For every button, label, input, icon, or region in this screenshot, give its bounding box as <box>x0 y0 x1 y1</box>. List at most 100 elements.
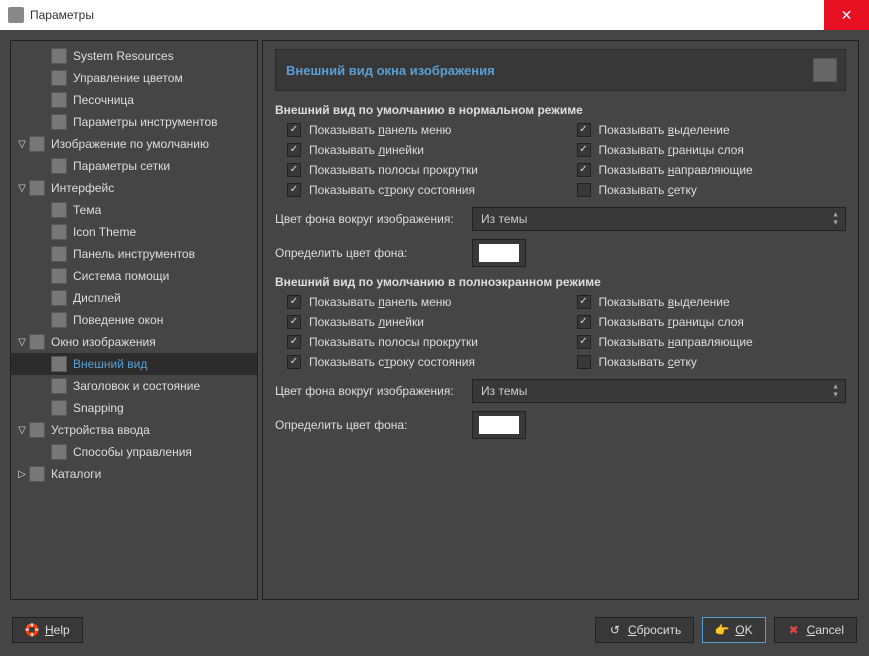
checkbox-menu[interactable]: ✓Показывать панель меню <box>287 123 557 137</box>
tree-node-icon <box>51 268 67 284</box>
checkbox-label: Показывать выделение <box>599 295 730 309</box>
expander-icon[interactable]: ▽ <box>15 337 29 348</box>
bg-around-row-normal: Цвет фона вокруг изображения: Из темы ▲▼ <box>275 207 846 231</box>
define-bg-row-normal: Определить цвет фона: <box>275 239 846 267</box>
tree-node-icon <box>51 202 67 218</box>
help-button[interactable]: 🛟 Help <box>12 617 83 643</box>
tree-item-label: Система помощи <box>73 269 169 283</box>
nav-tree[interactable]: System ResourcesУправление цветомПесочни… <box>10 40 258 600</box>
tree-item[interactable]: ▷ Каталоги <box>11 463 257 485</box>
checkbox-rulers[interactable]: ✓Показывать линейки <box>287 143 557 157</box>
page-header: Внешний вид окна изображения <box>275 49 846 91</box>
checkbox-box-icon: ✓ <box>577 163 591 177</box>
tree-item[interactable]: Параметры инструментов <box>11 111 257 133</box>
define-bg-label: Определить цвет фона: <box>275 418 460 432</box>
tree-node-icon <box>51 158 67 174</box>
tree-item[interactable]: Заголовок и состояние <box>11 375 257 397</box>
bg-color-swatch-normal[interactable] <box>472 239 526 267</box>
reset-label: Сбросить <box>628 623 681 637</box>
checkbox-layer[interactable]: ✓Показывать границы слоя <box>577 315 847 329</box>
bg-around-row-full: Цвет фона вокруг изображения: Из темы ▲▼ <box>275 379 846 403</box>
checkbox-box-icon: ✓ <box>287 143 301 157</box>
cancel-icon: ✖ <box>787 623 801 637</box>
checkbox-layer[interactable]: ✓Показывать границы слоя <box>577 143 847 157</box>
checkbox-box-icon: ✓ <box>287 123 301 137</box>
tree-item[interactable]: Система помощи <box>11 265 257 287</box>
tree-item[interactable]: Тема <box>11 199 257 221</box>
tree-item[interactable]: Песочница <box>11 89 257 111</box>
checkbox-selection[interactable]: ✓ Показывать выделение <box>577 295 847 309</box>
checkbox-label: Показывать выделение <box>599 123 730 137</box>
tree-item[interactable]: Способы управления <box>11 441 257 463</box>
tree-node-icon <box>51 92 67 108</box>
checkbox-menu[interactable]: ✓Показывать панель меню <box>287 295 557 309</box>
checkbox-selection[interactable]: ✓ Показывать выделение <box>577 123 847 137</box>
tree-item[interactable]: Дисплей <box>11 287 257 309</box>
bg-around-value: Из темы <box>481 384 527 398</box>
tree-item[interactable]: Панель инструментов <box>11 243 257 265</box>
combo-caret-icon: ▲▼ <box>832 212 839 227</box>
tree-item[interactable]: Параметры сетки <box>11 155 257 177</box>
checkbox-scroll[interactable]: ✓Показывать полосы прокрутки <box>287 335 557 349</box>
page-title: Внешний вид окна изображения <box>286 63 495 78</box>
tree-item[interactable]: Icon Theme <box>11 221 257 243</box>
bg-color-inner <box>479 416 519 434</box>
tree-item[interactable]: ▽Окно изображения <box>11 331 257 353</box>
checkbox-box-icon <box>577 183 591 197</box>
checkbox-guides[interactable]: ✓Показывать направляющие <box>577 163 847 177</box>
tree-item[interactable]: ▽Изображение по умолчанию <box>11 133 257 155</box>
checkbox-rulers[interactable]: ✓Показывать линейки <box>287 315 557 329</box>
expander-icon[interactable]: ▷ <box>15 469 29 480</box>
reset-button[interactable]: ↺ Сбросить <box>595 617 694 643</box>
tree-item-label: Snapping <box>73 401 124 415</box>
checkbox-box-icon: ✓ <box>577 295 591 309</box>
tree-node-icon <box>51 378 67 394</box>
ok-button[interactable]: 👉 OK <box>702 617 765 643</box>
checkbox-label: Показывать границы слоя <box>599 143 744 157</box>
bg-around-combo-full[interactable]: Из темы ▲▼ <box>472 379 846 403</box>
checkbox-label: Показывать панель меню <box>309 295 451 309</box>
ok-label: OK <box>735 623 752 637</box>
checkbox-status[interactable]: ✓Показывать строку состояния <box>287 183 557 197</box>
bg-color-inner <box>479 244 519 262</box>
checkbox-grid[interactable]: Показывать сетку <box>577 355 847 369</box>
help-icon: 🛟 <box>25 623 39 637</box>
tree-item[interactable]: Внешний вид <box>11 353 257 375</box>
bg-around-combo-normal[interactable]: Из темы ▲▼ <box>472 207 846 231</box>
tree-item-label: Параметры инструментов <box>73 115 218 129</box>
tree-item-label: Интерфейс <box>51 181 114 195</box>
tree-item[interactable]: System Resources <box>11 45 257 67</box>
tree-item-label: Панель инструментов <box>73 247 195 261</box>
close-button[interactable]: ✕ <box>824 0 869 30</box>
tree-node-icon <box>51 70 67 86</box>
checkbox-scroll[interactable]: ✓Показывать полосы прокрутки <box>287 163 557 177</box>
page-header-icon <box>813 58 837 82</box>
tree-item[interactable]: ▽ Интерфейс <box>11 177 257 199</box>
checkbox-label: Показывать сетку <box>599 355 697 369</box>
expander-icon[interactable]: ▽ <box>15 183 29 194</box>
tree-node-icon <box>51 312 67 328</box>
section-heading-normal: Внешний вид по умолчанию в нормальном ре… <box>275 103 846 117</box>
bg-around-label: Цвет фона вокруг изображения: <box>275 384 460 398</box>
expander-icon[interactable]: ▽ <box>15 425 29 436</box>
checkbox-box-icon: ✓ <box>577 123 591 137</box>
reset-icon: ↺ <box>608 623 622 637</box>
tree-item-label: Icon Theme <box>73 225 136 239</box>
checkbox-box-icon: ✓ <box>287 335 301 349</box>
tree-item[interactable]: ▽Устройства ввода <box>11 419 257 441</box>
tree-node-icon <box>51 224 67 240</box>
expander-icon[interactable]: ▽ <box>15 139 29 150</box>
checkbox-box-icon: ✓ <box>577 315 591 329</box>
checkbox-label: Показывать направляющие <box>599 335 753 349</box>
tree-item[interactable]: Управление цветом <box>11 67 257 89</box>
tree-item[interactable]: Поведение окон <box>11 309 257 331</box>
bg-color-swatch-full[interactable] <box>472 411 526 439</box>
checkbox-grid-normal: ✓Показывать панель меню✓Показывать выдел… <box>275 123 846 197</box>
checkbox-status[interactable]: ✓Показывать строку состояния <box>287 355 557 369</box>
checkbox-guides[interactable]: ✓Показывать направляющие <box>577 335 847 349</box>
cancel-button[interactable]: ✖ Cancel <box>774 617 857 643</box>
tree-item-label: Каталоги <box>51 467 101 481</box>
tree-item[interactable]: Snapping <box>11 397 257 419</box>
checkbox-grid[interactable]: Показывать сетку <box>577 183 847 197</box>
checkbox-label: Показывать полосы прокрутки <box>309 163 478 177</box>
